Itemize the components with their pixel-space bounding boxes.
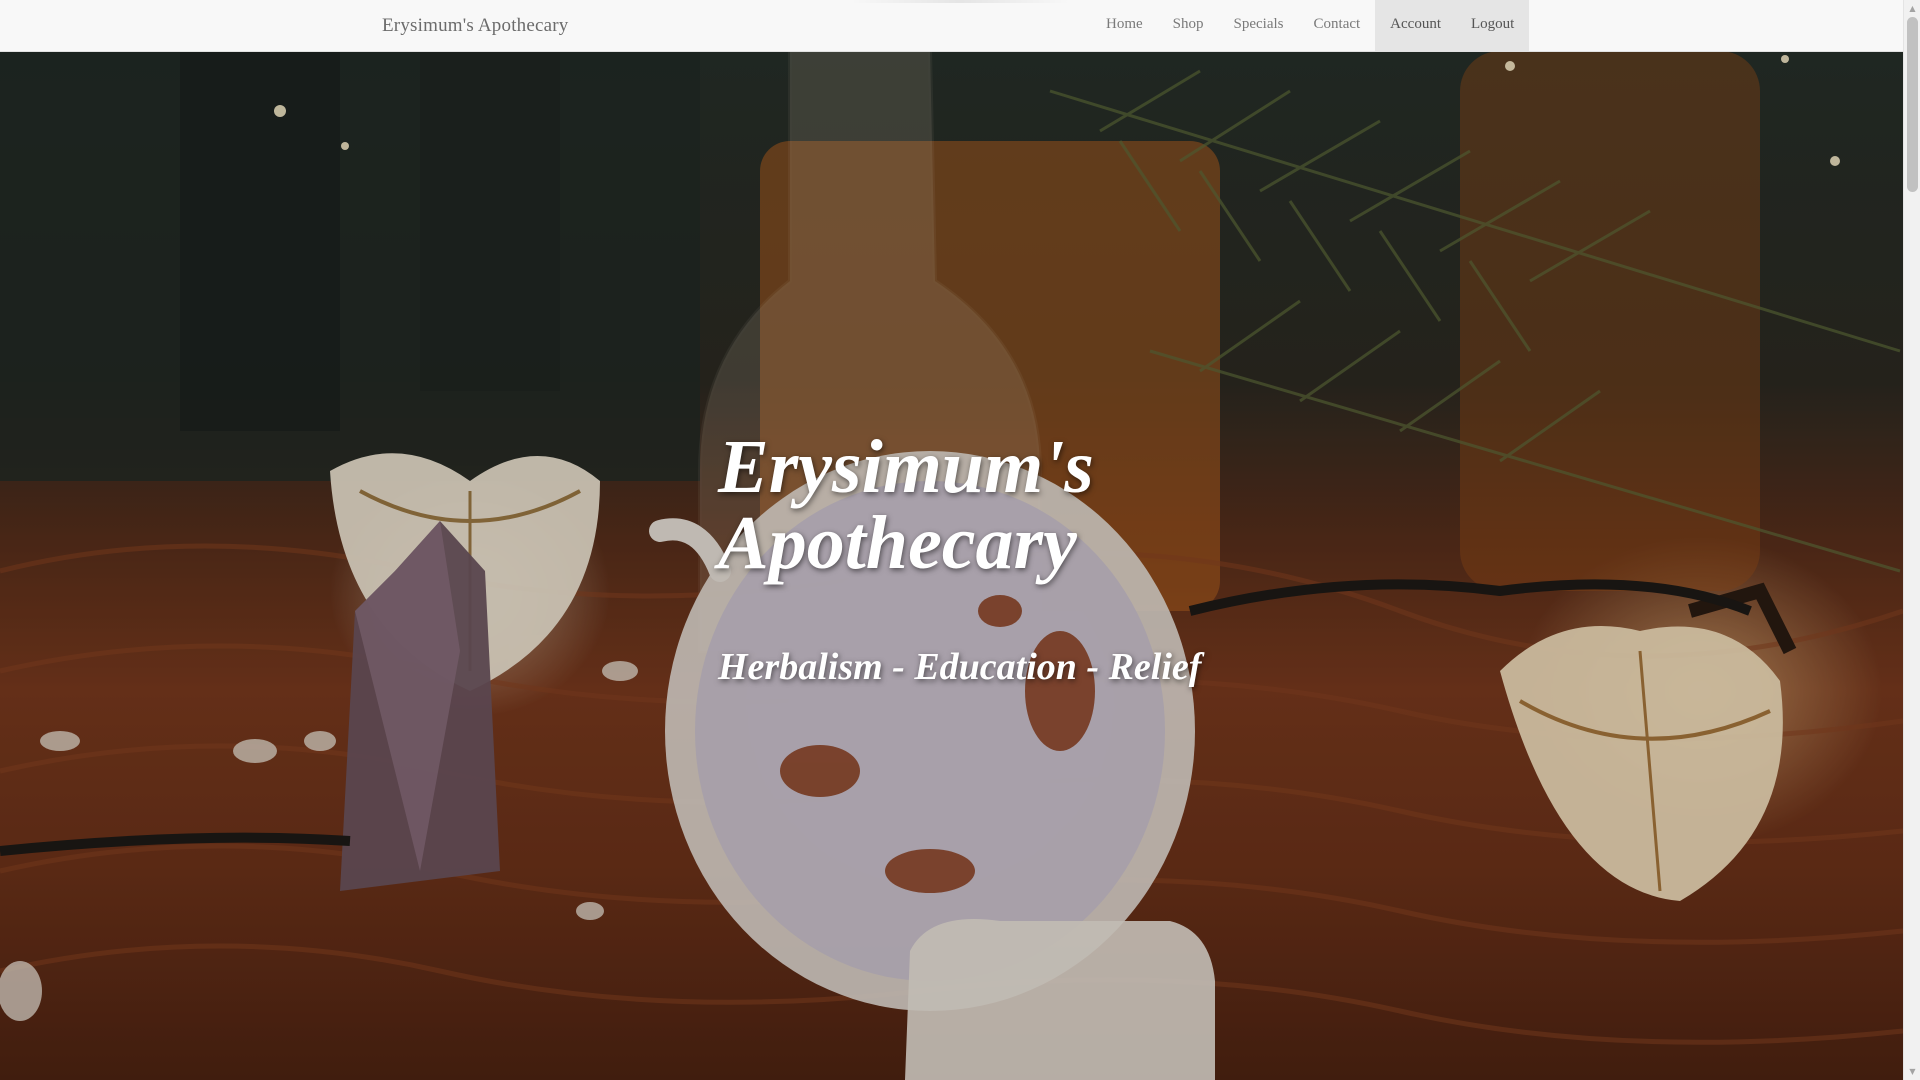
navbar-edge-shadow [850,0,1070,3]
triangle-down-icon[interactable]: ▼ [1904,1063,1920,1080]
hero-subtitle: Herbalism - Education - Relief [718,646,1202,688]
nav-link-account[interactable]: Account [1375,0,1456,51]
nav-item-specials: Specials [1219,0,1299,51]
top-navbar: Erysimum's Apothecary Home Shop Specials… [0,0,1903,52]
nav-link-home[interactable]: Home [1091,0,1158,51]
brand-link[interactable]: Erysimum's Apothecary [382,0,569,51]
hero-title: Erysimum's Apothecary [718,425,1094,585]
nav-item-contact: Contact [1299,0,1376,51]
nav-link-logout[interactable]: Logout [1456,0,1530,51]
nav-item-home: Home [1091,0,1158,51]
scrollbar-thumb[interactable] [1907,17,1918,192]
hero-section: Erysimum's Apothecary Herbalism - Educati… [0,51,1903,1080]
nav-link-contact[interactable]: Contact [1299,0,1376,51]
nav-link-specials[interactable]: Specials [1219,0,1299,51]
page-scrollbar[interactable]: ▲ ▼ [1903,0,1920,1080]
nav-item-logout: Logout [1456,0,1530,51]
triangle-up-icon[interactable]: ▲ [1904,0,1920,17]
nav-item-account: Account [1375,0,1456,51]
nav-link-shop[interactable]: Shop [1158,0,1219,51]
nav-menu: Home Shop Specials Contact Account Logou… [1091,0,1530,51]
page: Erysimum's Apothecary Home Shop Specials… [0,0,1903,1080]
nav-item-shop: Shop [1158,0,1219,51]
